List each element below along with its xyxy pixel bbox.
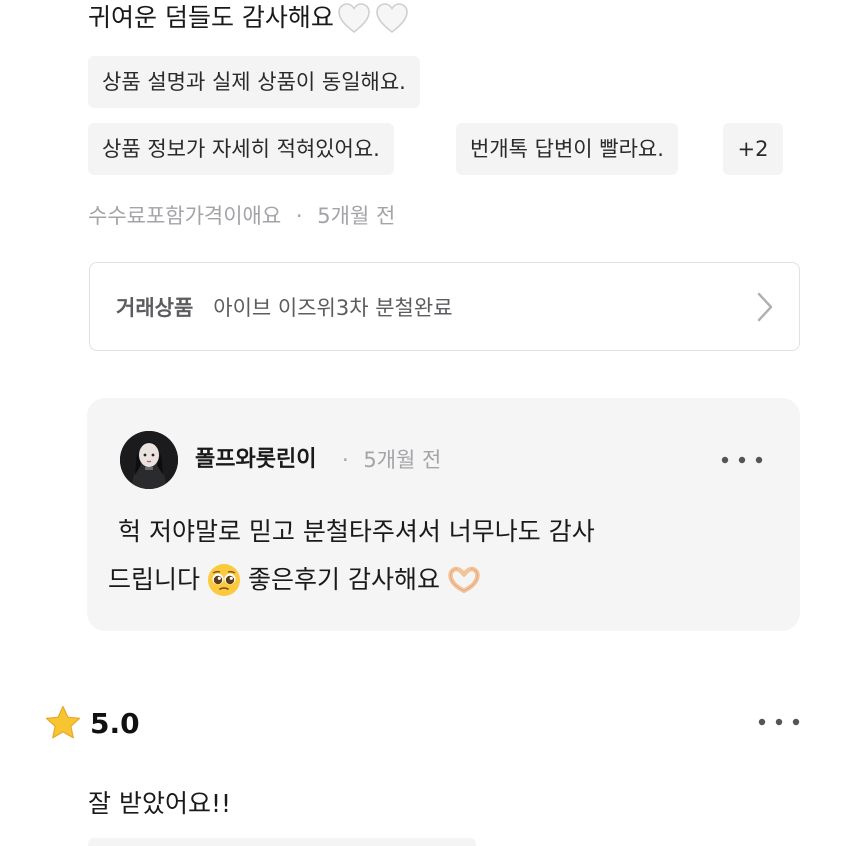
meta-separator: ·: [342, 448, 349, 472]
product-label: 거래상품: [116, 295, 194, 320]
reply-time: 5개월 전: [363, 448, 442, 472]
reply-text-segment: 드립니다: [108, 565, 201, 594]
more-options-icon[interactable]: [755, 708, 803, 736]
avatar-image: [120, 431, 178, 489]
review-text: 귀여운 덤들도 감사해요: [88, 0, 410, 36]
review-time: 5개월 전: [317, 204, 396, 228]
pleading-face-icon: [208, 564, 241, 596]
reply-body: 헉 저야말로 믿고 분철타주셔서 너무나도 감사 드립니다 좋은후기 감사해요: [108, 508, 688, 604]
meta-separator: ·: [295, 204, 303, 228]
reviewer-name: 수수료포함가격이애요: [88, 204, 282, 228]
review-list: 귀여운 덤들도 감사해요 상품 설명과 실제 상품이 동일해요. 상품 정보가 …: [0, 0, 846, 846]
heart-hands-icon: [448, 566, 480, 594]
review-tag: 상품 설명과 실제 상품이 동일해요.: [88, 56, 420, 108]
avatar[interactable]: [120, 431, 178, 489]
review-body: 잘 받았어요!!: [88, 789, 231, 818]
review-tag: 상품 정보가 자세히 적혀있어요.: [88, 123, 394, 175]
star-icon: [45, 705, 81, 739]
more-tags-button[interactable]: +2: [723, 123, 783, 175]
reply-meta: · 5개월 전: [342, 442, 441, 478]
reply-text-segment: 좋은후기 감사해요: [248, 565, 440, 594]
traded-product-link[interactable]: 거래상품 아이브 이즈위3차 분철완료: [89, 262, 800, 351]
review-body: 귀여운 덤들도 감사해요: [88, 3, 334, 32]
review-tag: 번개톡 답변이 빨라요.: [456, 123, 678, 175]
more-options-icon[interactable]: [717, 446, 767, 474]
heart-emojis: [336, 1, 410, 35]
review-meta: 수수료포함가격이애요 · 5개월 전: [88, 198, 395, 234]
seller-name[interactable]: 폴프와롯린이: [195, 442, 316, 478]
rating-value: 5.0: [90, 706, 140, 740]
product-name: 아이브 이즈위3차 분철완료: [213, 295, 453, 320]
reply-line: 드립니다 좋은후기 감사해요: [108, 556, 688, 604]
reply-line: 헉 저야말로 믿고 분철타주셔서 너무나도 감사: [118, 517, 595, 546]
review-tag: [88, 838, 476, 846]
white-heart-icon: [376, 3, 408, 34]
white-heart-icon: [338, 3, 370, 34]
chevron-right-icon: [757, 292, 773, 322]
rating: 5.0: [44, 702, 140, 744]
